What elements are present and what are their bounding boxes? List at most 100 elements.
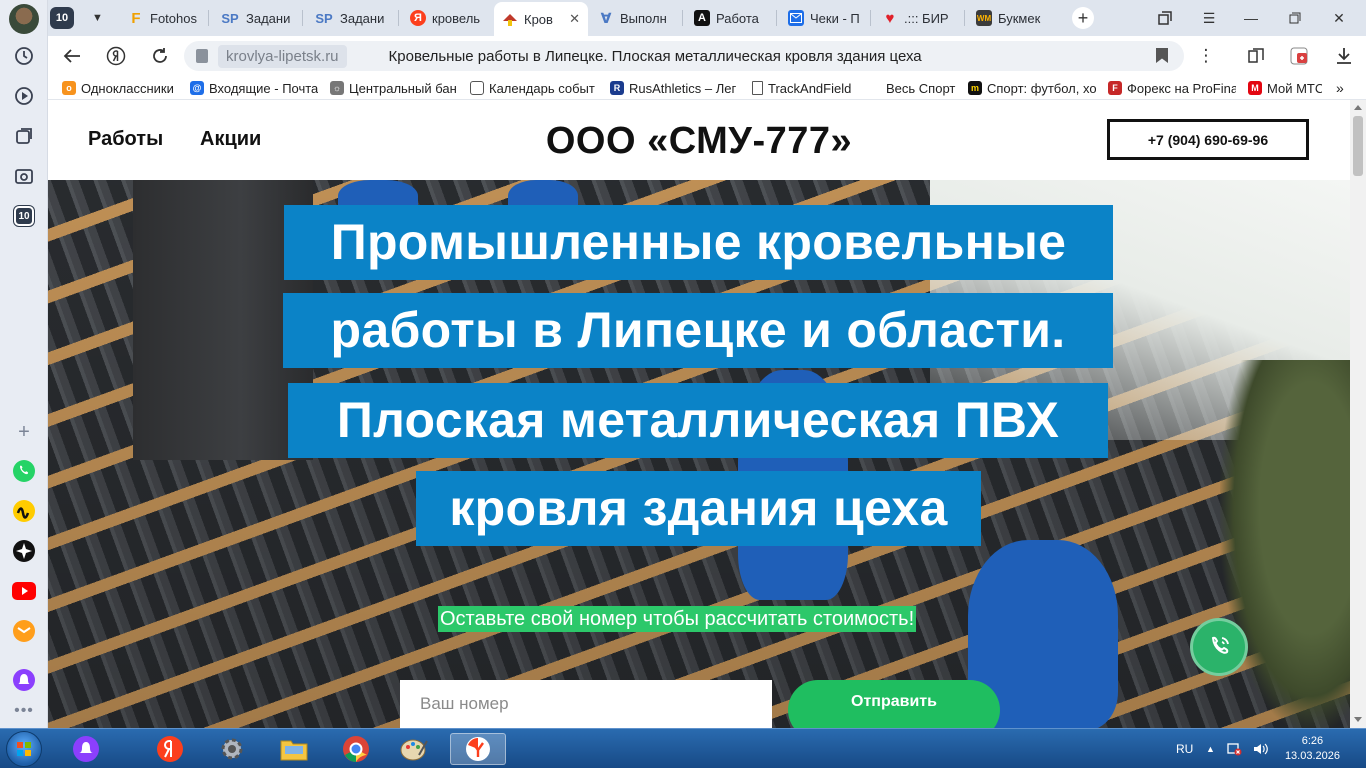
volume-icon[interactable] [1252, 729, 1268, 769]
profile-avatar[interactable] [9, 4, 39, 34]
bookmark-label: Спорт: футбол, хо [987, 80, 1096, 96]
settings-gear-taskbar-icon[interactable] [210, 733, 254, 765]
tab-bukmeker[interactable]: WM Букмек [968, 4, 1060, 32]
chrome-taskbar-icon[interactable] [334, 733, 378, 765]
bank-eagle-icon: ☼ [330, 81, 344, 95]
close-tab-icon[interactable]: ✕ [569, 11, 580, 27]
cta-text: Оставьте свой номер чтобы рассчитать сто… [438, 606, 917, 632]
hero-banner: Промышленные кровельные работы в Липецке… [48, 180, 1350, 728]
plus-icon: + [1072, 7, 1094, 29]
ra-logo-icon: R [610, 81, 624, 95]
submit-button[interactable]: Отправить [788, 680, 1000, 728]
scroll-down-arrow-icon[interactable] [1354, 717, 1362, 722]
whatsapp-icon[interactable] [12, 459, 36, 483]
tab-label: Задани [340, 10, 385, 26]
bookmark-label: Календарь событ [489, 80, 595, 96]
extensions-icon[interactable] [1288, 44, 1312, 68]
tab-krovelnye[interactable]: Я кровель [402, 4, 492, 32]
minimize-icon[interactable]: — [1236, 6, 1266, 30]
clock-time: 6:26 [1301, 735, 1324, 747]
lock-icon[interactable] [196, 49, 208, 63]
bookmark-forex[interactable]: F Форекс на ProFina [1108, 80, 1236, 96]
network-status-icon[interactable] [1226, 729, 1242, 769]
mail-logo-icon [788, 10, 804, 26]
callback-phone-button[interactable] [1190, 618, 1248, 676]
page-scrollbar[interactable] [1350, 100, 1366, 728]
bookmark-rusathletics[interactable]: R RusAthletics – Лег [610, 80, 738, 96]
add-panel-icon[interactable]: + [12, 420, 36, 444]
yandex-taskbar-icon[interactable] [148, 733, 192, 765]
bookmark-icon[interactable] [1156, 48, 1168, 63]
tab-krovlya-active[interactable]: Кров ✕ [494, 2, 588, 36]
download-icon[interactable] [1332, 44, 1356, 68]
taskbar-clock[interactable]: 6:26 13.03.2026 [1285, 734, 1340, 764]
tab-vypolnenie[interactable]: ∀ Выполн [590, 4, 682, 32]
mail-envelope-icon[interactable] [12, 619, 36, 643]
tab-label: Кров [524, 11, 553, 27]
file-explorer-taskbar-icon[interactable] [272, 733, 316, 765]
site-header: Работы Акции ООО «СМУ-777» +7 (904) 690-… [48, 100, 1350, 180]
roof-site-icon [502, 11, 518, 27]
restore-window-icon[interactable] [1280, 6, 1310, 30]
tab-label: Fotohos [150, 10, 197, 26]
bookmark-moy-mts[interactable]: M Мой МТС [1248, 80, 1322, 96]
tab-birzha[interactable]: ♥ .::: БИР [874, 4, 964, 32]
tab-rabota[interactable]: A Работа [686, 4, 776, 32]
alice-assistant-icon[interactable] [12, 668, 36, 692]
tab-manager-icon[interactable] [1150, 6, 1180, 30]
more-vertical-icon[interactable]: ⋮ [1194, 44, 1218, 68]
phone-number-input[interactable] [400, 680, 772, 728]
bookmark-ves-sport[interactable]: Весь Спорт [886, 80, 960, 96]
close-window-icon[interactable]: ✕ [1324, 6, 1354, 30]
header-phone-button[interactable]: +7 (904) 690-69-96 [1107, 119, 1309, 160]
new-tab-button[interactable]: + [1068, 4, 1098, 32]
bookmark-vhodyashie[interactable]: @ Входящие - Почта [190, 80, 318, 96]
yandex-pay-icon[interactable] [12, 499, 36, 523]
bookmark-centralny-bank[interactable]: ☼ Центральный бан [330, 80, 458, 96]
language-indicator[interactable]: RU [1176, 729, 1193, 769]
paint-taskbar-icon[interactable] [392, 733, 436, 765]
profinance-logo-icon: F [1108, 81, 1122, 95]
scroll-up-arrow-icon[interactable] [1354, 105, 1362, 110]
tab-label: Букмек [998, 10, 1041, 26]
media-play-icon[interactable] [12, 84, 36, 108]
reading-mode-icon[interactable] [1244, 44, 1268, 68]
youtube-icon[interactable] [12, 579, 36, 603]
bookmark-sport-futbol[interactable]: m Спорт: футбол, хо [968, 80, 1096, 96]
f-logo-icon: F [131, 9, 141, 27]
hero-headline-line-3: Плоская металлическая ПВХ [288, 383, 1108, 458]
yandex-browser-taskbar-icon[interactable] [450, 733, 506, 765]
bookmarks-bar: о Одноклассники @ Входящие - Почта ☼ Цен… [48, 76, 1366, 100]
collections-icon[interactable] [12, 124, 36, 148]
alice-taskbar-icon[interactable] [64, 733, 108, 765]
address-bar[interactable]: krovlya-lipetsk.ru Кровельные работы в Л… [184, 41, 1184, 71]
yandex-home-icon[interactable] [104, 44, 128, 68]
bookmark-trackandfield[interactable]: TrackAndField [752, 80, 870, 96]
more-dots-icon[interactable]: ••• [12, 699, 36, 723]
tab-zadanie-2[interactable]: SP Задани [306, 4, 398, 32]
reload-icon[interactable] [148, 44, 172, 68]
yandex-logo-icon: Я [410, 10, 426, 26]
bookmarks-overflow-chevron-icon[interactable]: » [1336, 80, 1352, 96]
alice-star-icon[interactable] [12, 539, 36, 563]
tab-cheki[interactable]: Чеки - П [780, 4, 870, 32]
history-icon[interactable] [12, 44, 36, 68]
bookmark-kalendar[interactable]: Календарь событ [470, 80, 598, 96]
forall-logo-icon: ∀ [600, 9, 612, 26]
tabs-count-badge-icon[interactable]: 10 [14, 206, 34, 226]
calendar-icon [470, 81, 484, 95]
start-button[interactable] [6, 731, 42, 767]
tabs-dropdown-button[interactable]: ▼ [84, 4, 110, 32]
screenshot-icon[interactable] [12, 164, 36, 188]
bookmark-odnoklassniki[interactable]: о Одноклассники [62, 80, 180, 96]
tab-zadanie-1[interactable]: SP Задани [212, 4, 302, 32]
bookmark-label: Форекс на ProFina [1127, 80, 1236, 96]
back-arrow-icon[interactable] [60, 44, 84, 68]
tab-fotohost[interactable]: F Fotohos [120, 4, 208, 32]
scrollbar-thumb[interactable] [1353, 116, 1363, 176]
tabs-counter-button[interactable]: 10 [48, 4, 82, 32]
hero-trees [1220, 360, 1350, 728]
menu-hamburger-icon[interactable]: ☰ [1194, 6, 1224, 30]
show-hidden-icons-icon[interactable]: ▲ [1206, 729, 1215, 769]
tab-label: .::: БИР [904, 10, 949, 26]
